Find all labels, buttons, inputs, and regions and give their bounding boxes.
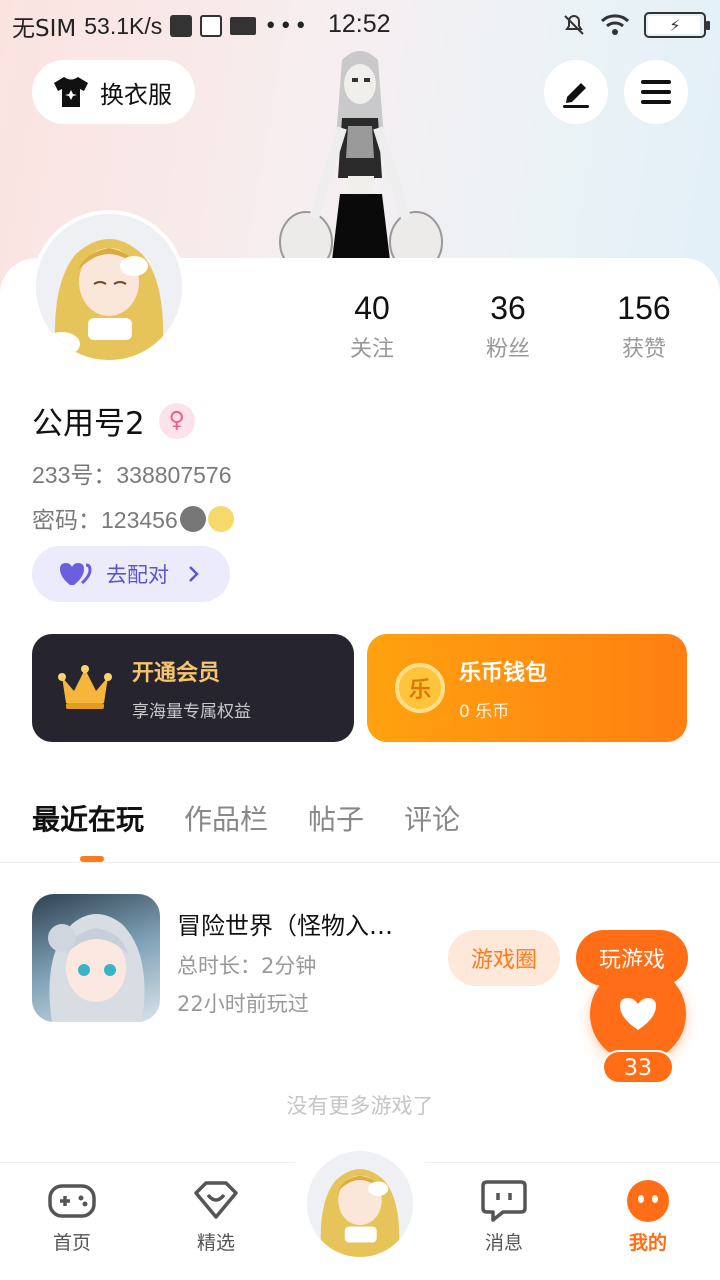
double-heart-icon bbox=[60, 563, 92, 585]
tab-posts[interactable]: 帖子 bbox=[308, 798, 364, 838]
pencil-icon bbox=[563, 83, 589, 108]
network-speed: 53.1K/s bbox=[84, 12, 163, 39]
following-count: 40 bbox=[354, 290, 390, 326]
nav-item-messages[interactable]: 消息 bbox=[454, 1180, 554, 1255]
tab-works[interactable]: 作品栏 bbox=[184, 798, 268, 838]
game-thumbnail[interactable] bbox=[32, 894, 160, 1022]
avatar-portrait bbox=[36, 214, 182, 360]
menu-button[interactable] bbox=[624, 60, 688, 124]
tabs-divider bbox=[0, 862, 720, 863]
video-icon bbox=[230, 17, 257, 35]
like-floating-button[interactable] bbox=[590, 966, 686, 1062]
username-row: 公用号2 ♀ bbox=[32, 398, 195, 443]
game-title: 冒险世界（怪物入… bbox=[177, 912, 393, 940]
profile-face-icon bbox=[627, 1180, 669, 1222]
notification-icon bbox=[170, 15, 193, 37]
game-last-played: 22小时前玩过 bbox=[177, 992, 309, 1016]
gamepad-icon bbox=[48, 1184, 96, 1218]
wallet-title: 乐币钱包 bbox=[459, 660, 548, 686]
likes-count: 156 bbox=[617, 290, 671, 326]
nav-label-me: 我的 bbox=[628, 1232, 667, 1254]
nav-label-featured: 精选 bbox=[196, 1232, 235, 1254]
profile-tabs: 最近在玩 作品栏 帖子 评论 bbox=[32, 798, 460, 838]
stat-likes[interactable]: 156 获赞 bbox=[574, 290, 714, 363]
vip-membership-card[interactable]: 开通会员 享海量专属权益 bbox=[32, 634, 354, 742]
password-line-row: 密码：123456 bbox=[32, 501, 234, 535]
fans-count: 36 bbox=[490, 290, 526, 326]
edit-profile-button[interactable] bbox=[544, 60, 608, 124]
battery-icon: ⚡ bbox=[644, 12, 710, 38]
clock: 12:52 bbox=[328, 10, 391, 38]
game-thumbnail-art bbox=[48, 914, 145, 1022]
heart-gem-icon bbox=[194, 1181, 238, 1219]
nav-label-messages: 消息 bbox=[484, 1232, 523, 1254]
no-more-games-text: 没有更多游戏了 bbox=[286, 1094, 434, 1118]
nav-label-home: 首页 bbox=[52, 1232, 91, 1254]
avatar-3d-figure[interactable] bbox=[270, 48, 450, 262]
heart-icon bbox=[620, 998, 656, 1030]
game-duration: 总时长：2分钟 bbox=[177, 954, 317, 978]
game-circle-button[interactable]: 游戏圈 bbox=[448, 930, 560, 986]
tab-comments[interactable]: 评论 bbox=[404, 798, 460, 838]
vip-subtitle: 享海量专属权益 bbox=[132, 701, 251, 722]
status-bar: 无SIM 53.1K/s ••• 12:52 ⚡ bbox=[0, 0, 720, 52]
vip-title: 开通会员 bbox=[132, 660, 221, 686]
coin-icon: 乐 bbox=[395, 663, 445, 713]
app-s-icon bbox=[200, 15, 223, 37]
change-outfit-label: 换衣服 bbox=[100, 80, 172, 109]
username: 公用号2 bbox=[32, 406, 145, 442]
profile-avatar[interactable] bbox=[32, 210, 186, 364]
tab-recent-playing[interactable]: 最近在玩 bbox=[32, 798, 144, 838]
wifi-icon bbox=[600, 14, 630, 35]
dark-moon-emoji-icon bbox=[179, 506, 206, 532]
chat-bubble-icon bbox=[481, 1180, 527, 1222]
coin-char: 乐 bbox=[408, 678, 431, 703]
match-label: 去配对 bbox=[106, 563, 169, 587]
moon-emoji-icon bbox=[207, 506, 234, 532]
change-outfit-button[interactable]: 换衣服 bbox=[32, 60, 195, 124]
match-button[interactable]: 去配对 bbox=[32, 546, 230, 602]
like-count-badge: 33 bbox=[602, 1050, 674, 1084]
stat-fans[interactable]: 36 粉丝 bbox=[438, 290, 578, 363]
user-id-line: 233号：338807576 bbox=[32, 462, 232, 488]
more-notifications-icon: ••• bbox=[264, 13, 310, 39]
hamburger-menu-icon bbox=[641, 80, 671, 104]
following-label: 关注 bbox=[349, 337, 394, 362]
crown-icon bbox=[58, 665, 112, 709]
profile-stats: 40 关注 36 粉丝 156 获赞 bbox=[300, 290, 720, 370]
fans-label: 粉丝 bbox=[485, 337, 530, 362]
stat-following[interactable]: 40 关注 bbox=[302, 290, 442, 363]
nav-item-me[interactable]: 我的 bbox=[598, 1180, 698, 1255]
password-line: 密码：123456 bbox=[32, 507, 178, 533]
nav-center-avatar[interactable] bbox=[304, 1148, 416, 1260]
female-gender-icon: ♀ bbox=[158, 402, 195, 439]
likes-label: 获赞 bbox=[621, 337, 666, 362]
wallet-balance: 0 乐币 bbox=[459, 701, 510, 722]
wallet-card[interactable]: 乐 乐币钱包 0 乐币 bbox=[367, 634, 687, 742]
nav-item-home[interactable]: 首页 bbox=[22, 1180, 122, 1255]
mute-icon bbox=[564, 14, 584, 35]
nav-item-featured[interactable]: 精选 bbox=[166, 1180, 266, 1255]
carrier-text: 无SIM bbox=[12, 16, 77, 42]
tshirt-icon bbox=[54, 77, 88, 107]
chevron-right-icon bbox=[189, 566, 199, 582]
nav-avatar-portrait bbox=[307, 1151, 413, 1257]
